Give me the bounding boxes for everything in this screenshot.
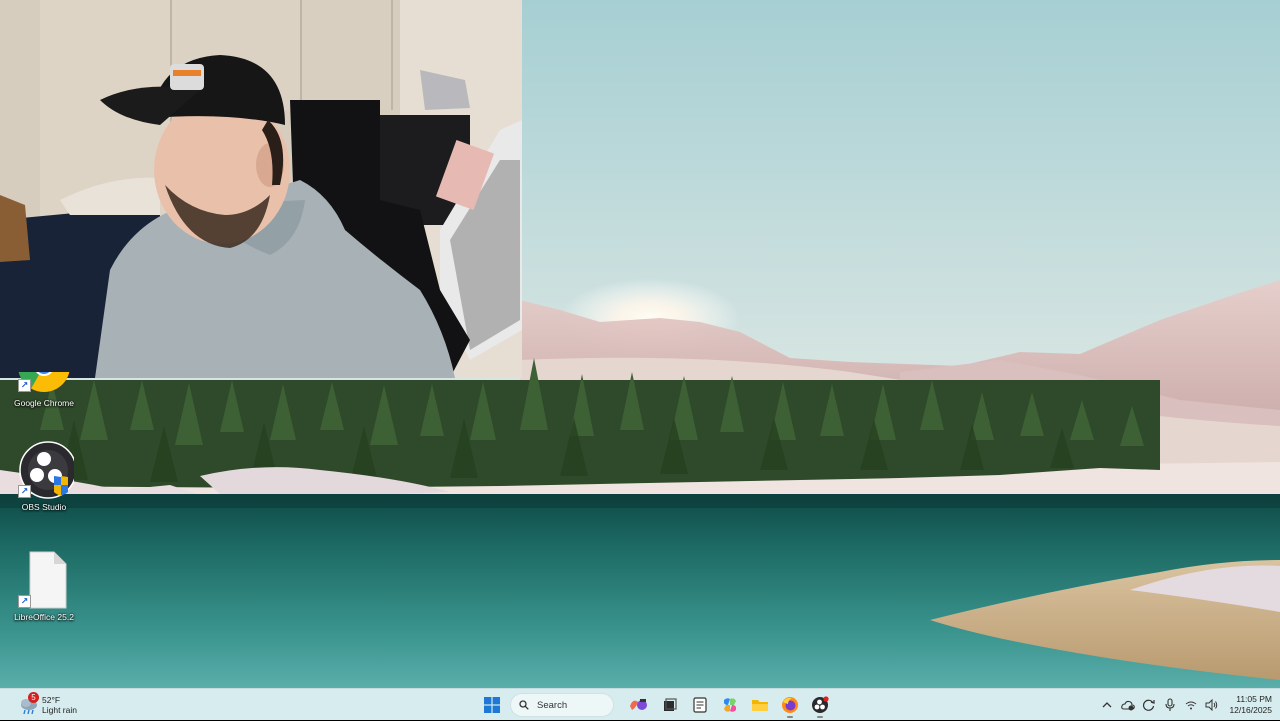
- firefox-icon: [782, 697, 798, 713]
- widgets-button[interactable]: [626, 691, 654, 719]
- search-placeholder: Search: [537, 699, 568, 711]
- weather-widget[interactable]: 5 52°F Light rain: [18, 692, 77, 718]
- file-explorer-icon: [752, 700, 768, 711]
- shortcut-arrow-icon: ↗: [18, 595, 31, 608]
- taskbar-clock[interactable]: 11:05 PM 12/16/2025: [1226, 694, 1272, 716]
- notepad-icon: [693, 697, 707, 713]
- cloud-sync-icon: [1120, 700, 1135, 711]
- weather-rain-icon: 5: [18, 692, 40, 716]
- desktop-icon-label: Google Chrome: [13, 398, 74, 408]
- taskbar-search-box[interactable]: Search: [510, 693, 614, 717]
- volume-tray-button[interactable]: [1201, 695, 1222, 715]
- copilot-icon: [724, 698, 736, 712]
- chevron-up-icon: [1102, 702, 1111, 708]
- desktop-icon-libreoffice[interactable]: ↗ LibreOffice 25.2: [8, 550, 80, 622]
- task-view-icon: [664, 698, 677, 711]
- desktop-icon-google-chrome[interactable]: ↗ Google Chrome: [8, 372, 80, 408]
- obs-studio-icon: ↗: [14, 440, 77, 500]
- search-icon: [519, 700, 529, 710]
- obs-studio-taskbar-button[interactable]: [806, 691, 834, 719]
- weather-temperature: 52°F: [42, 695, 61, 705]
- file-explorer-button[interactable]: [746, 691, 774, 719]
- microphone-icon: [1164, 698, 1175, 711]
- refresh-icon: [1142, 699, 1155, 711]
- taskbar-apps: Search: [478, 691, 836, 719]
- network-tray-button[interactable]: [1180, 695, 1201, 715]
- clock-time: 11:05 PM: [1236, 694, 1272, 704]
- shortcut-arrow-icon: ↗: [18, 379, 31, 392]
- firefox-button[interactable]: [776, 691, 804, 719]
- widgets-icon: [630, 699, 647, 710]
- clock-date: 12/16/2025: [1229, 705, 1272, 715]
- copilot-button[interactable]: [716, 691, 744, 719]
- start-button[interactable]: [478, 691, 506, 719]
- webcam-overlay: [0, 0, 522, 378]
- desktop-icon-label: LibreOffice 25.2: [14, 612, 74, 622]
- libreoffice-icon: ↗: [14, 550, 74, 610]
- notepad-button[interactable]: [686, 691, 714, 719]
- google-chrome-icon: ↗: [14, 372, 74, 396]
- obs-studio-icon: [812, 696, 829, 713]
- onedrive-tray-button[interactable]: [1117, 695, 1138, 715]
- desktop-icon-label: OBS Studio: [21, 502, 67, 512]
- task-view-button[interactable]: [656, 691, 684, 719]
- shortcut-arrow-icon: ↗: [18, 485, 31, 498]
- microphone-tray-button[interactable]: [1159, 695, 1180, 715]
- weather-condition: Light rain: [42, 705, 77, 715]
- notification-badge: 5: [28, 692, 39, 703]
- start-icon: [484, 697, 500, 713]
- desktop-icon-obs-studio[interactable]: ↗ OBS Studio: [8, 440, 80, 512]
- taskbar: 5 52°F Light rain Search 11:05 PM 12/16/…: [0, 688, 1280, 720]
- system-tray: 11:05 PM 12/16/2025: [1096, 691, 1280, 719]
- wifi-icon: [1185, 701, 1196, 710]
- show-hidden-icons-button[interactable]: [1096, 695, 1117, 715]
- speaker-icon: [1205, 699, 1217, 711]
- sync-tray-button[interactable]: [1138, 695, 1159, 715]
